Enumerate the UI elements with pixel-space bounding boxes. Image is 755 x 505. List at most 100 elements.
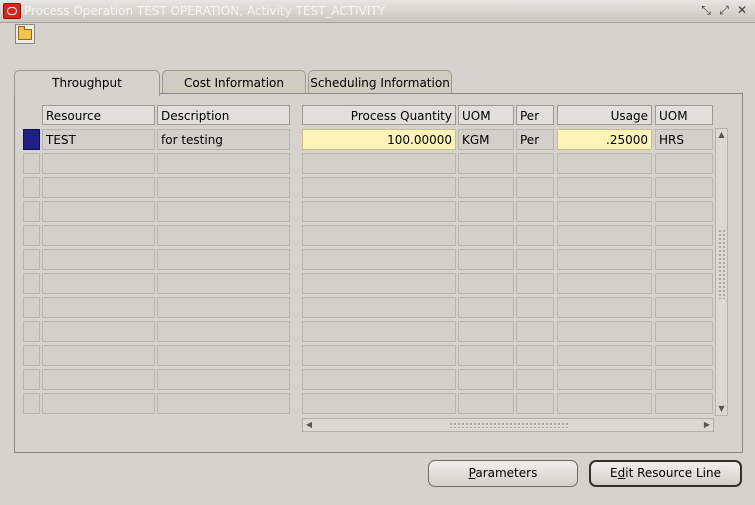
scroll-up-icon[interactable]: ▲ <box>716 129 727 141</box>
row-selector[interactable] <box>23 273 40 294</box>
process-quantity-field[interactable]: 100.00000 <box>302 129 456 150</box>
table-cell[interactable] <box>458 369 514 390</box>
table-cell[interactable] <box>655 273 713 294</box>
table-cell[interactable] <box>42 249 155 270</box>
window-title-bar[interactable]: Process Operation TEST OPERATION, Activi… <box>0 0 755 23</box>
table-cell[interactable] <box>458 273 514 294</box>
row-selector[interactable] <box>23 225 40 246</box>
table-cell[interactable] <box>655 321 713 342</box>
table-cell[interactable] <box>458 225 514 246</box>
table-cell[interactable] <box>557 201 652 222</box>
table-cell[interactable] <box>458 153 514 174</box>
table-cell[interactable] <box>42 153 155 174</box>
table-cell[interactable] <box>157 249 290 270</box>
table-cell[interactable] <box>557 297 652 318</box>
row-selector[interactable] <box>23 321 40 342</box>
table-cell[interactable] <box>516 297 554 318</box>
table-cell[interactable] <box>157 297 290 318</box>
table-cell[interactable] <box>42 345 155 366</box>
table-cell[interactable] <box>42 321 155 342</box>
scroll-thumb[interactable] <box>718 229 725 299</box>
restore-icon[interactable]: ⤡ <box>699 3 713 17</box>
table-cell[interactable] <box>516 369 554 390</box>
row-selector[interactable] <box>23 153 40 174</box>
tab-cost-information[interactable]: Cost Information <box>162 70 306 95</box>
table-cell[interactable] <box>516 249 554 270</box>
table-cell[interactable] <box>42 225 155 246</box>
table-cell[interactable] <box>302 225 456 246</box>
table-cell[interactable] <box>42 393 155 414</box>
table-cell[interactable] <box>516 321 554 342</box>
maximize-icon[interactable]: ⤢ <box>717 3 731 17</box>
resource-field[interactable]: TEST <box>42 129 155 150</box>
row-selector[interactable] <box>23 129 40 150</box>
table-cell[interactable] <box>655 201 713 222</box>
table-cell[interactable] <box>516 345 554 366</box>
table-cell[interactable] <box>157 201 290 222</box>
table-cell[interactable] <box>516 177 554 198</box>
tab-throughput[interactable]: Throughput <box>14 70 160 96</box>
description-field[interactable]: for testing <box>157 129 290 150</box>
table-cell[interactable] <box>302 249 456 270</box>
table-cell[interactable] <box>516 273 554 294</box>
table-cell[interactable] <box>302 321 456 342</box>
row-selector[interactable] <box>23 249 40 270</box>
table-cell[interactable] <box>458 249 514 270</box>
edit-resource-line-button[interactable]: Edit Resource Line <box>589 460 742 487</box>
table-cell[interactable] <box>458 321 514 342</box>
table-cell[interactable] <box>557 345 652 366</box>
table-cell[interactable] <box>458 345 514 366</box>
table-cell[interactable] <box>302 177 456 198</box>
table-cell[interactable] <box>557 225 652 246</box>
table-cell[interactable] <box>157 345 290 366</box>
table-cell[interactable] <box>655 249 713 270</box>
table-cell[interactable] <box>557 249 652 270</box>
table-cell[interactable] <box>516 393 554 414</box>
per-field[interactable]: Per <box>516 129 554 150</box>
table-cell[interactable] <box>557 153 652 174</box>
table-cell[interactable] <box>516 225 554 246</box>
table-cell[interactable] <box>157 177 290 198</box>
row-selector[interactable] <box>23 201 40 222</box>
table-cell[interactable] <box>157 393 290 414</box>
table-cell[interactable] <box>557 177 652 198</box>
parameters-button[interactable]: Parameters <box>428 460 578 487</box>
scroll-right-icon[interactable]: ▶ <box>701 419 713 431</box>
table-cell[interactable] <box>458 177 514 198</box>
table-cell[interactable] <box>302 345 456 366</box>
table-cell[interactable] <box>42 297 155 318</box>
table-cell[interactable] <box>557 321 652 342</box>
table-cell[interactable] <box>302 153 456 174</box>
open-folder-button[interactable] <box>15 24 35 44</box>
table-cell[interactable] <box>42 201 155 222</box>
table-cell[interactable] <box>655 369 713 390</box>
table-cell[interactable] <box>42 273 155 294</box>
table-cell[interactable] <box>302 273 456 294</box>
table-cell[interactable] <box>557 369 652 390</box>
table-cell[interactable] <box>42 177 155 198</box>
table-cell[interactable] <box>42 369 155 390</box>
table-cell[interactable] <box>157 153 290 174</box>
row-selector[interactable] <box>23 297 40 318</box>
close-icon[interactable]: ✕ <box>735 3 749 17</box>
table-cell[interactable] <box>458 297 514 318</box>
table-cell[interactable] <box>655 393 713 414</box>
table-cell[interactable] <box>302 201 456 222</box>
scroll-left-icon[interactable]: ◀ <box>303 419 315 431</box>
table-cell[interactable] <box>655 225 713 246</box>
table-cell[interactable] <box>557 273 652 294</box>
table-cell[interactable] <box>458 393 514 414</box>
scroll-down-icon[interactable]: ▼ <box>716 403 727 415</box>
table-cell[interactable] <box>655 345 713 366</box>
table-cell[interactable] <box>302 297 456 318</box>
usage-field[interactable]: .25000 <box>557 129 652 150</box>
vertical-scrollbar[interactable]: ▲ ▼ <box>715 128 728 416</box>
table-cell[interactable] <box>157 273 290 294</box>
row-selector[interactable] <box>23 345 40 366</box>
table-cell[interactable] <box>655 153 713 174</box>
tab-scheduling-information[interactable]: Scheduling Information <box>308 70 452 95</box>
table-cell[interactable] <box>302 393 456 414</box>
row-selector[interactable] <box>23 393 40 414</box>
scroll-thumb-horizontal[interactable] <box>449 422 569 428</box>
table-cell[interactable] <box>302 369 456 390</box>
